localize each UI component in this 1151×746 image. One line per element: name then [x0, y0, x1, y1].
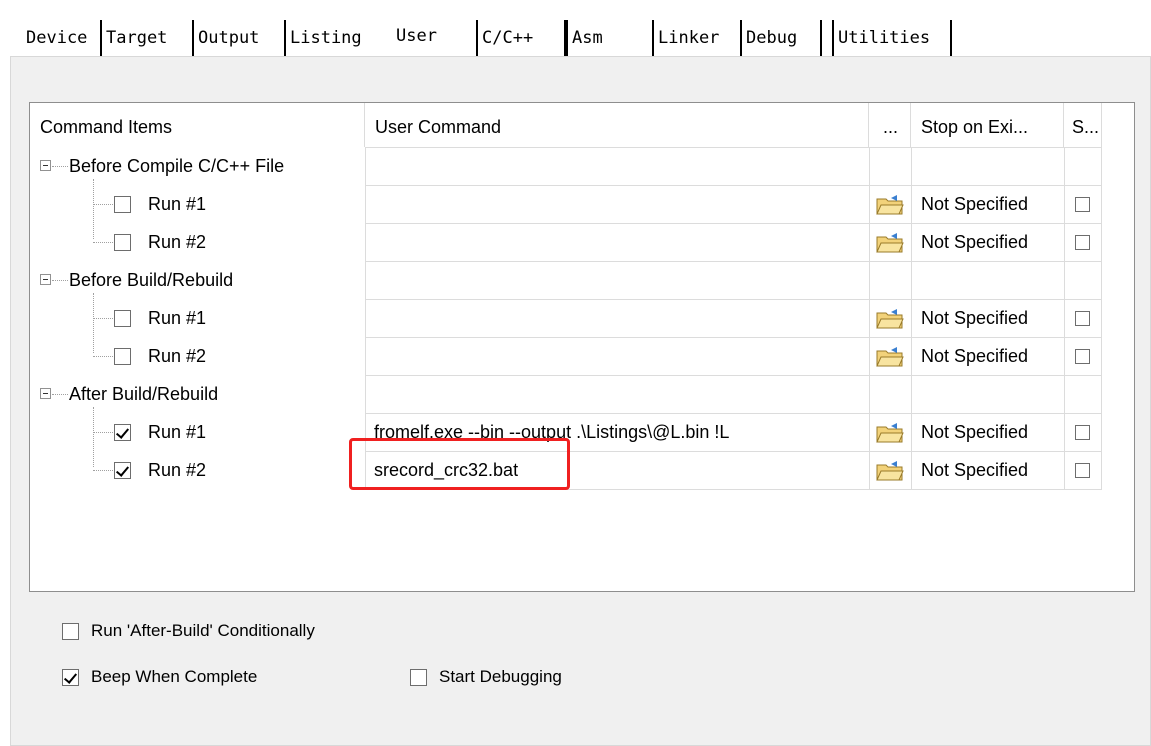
- tree-run-row[interactable]: Run #1 Not Specified: [30, 299, 1101, 337]
- tree-line: [93, 356, 113, 357]
- folder-open-icon[interactable]: [875, 346, 905, 368]
- tree-run-row[interactable]: Run #1 Not Specified: [30, 185, 1101, 223]
- tree-line: [93, 432, 113, 433]
- folder-open-icon[interactable]: [875, 194, 905, 216]
- run-checkbox[interactable]: [114, 196, 131, 213]
- run-after-build-checkbox[interactable]: [62, 623, 79, 641]
- group-label: Before Build/Rebuild: [69, 270, 234, 290]
- stop-value[interactable]: Not Specified: [921, 451, 1028, 489]
- tab-cpp[interactable]: C/C++: [476, 20, 566, 56]
- tree-line: [52, 280, 68, 281]
- run-after-build-option[interactable]: Run 'After-Build' Conditionally: [62, 621, 315, 641]
- start-debug-option[interactable]: Start Debugging: [410, 667, 562, 687]
- tab-listing[interactable]: Listing: [286, 20, 386, 56]
- tree-group[interactable]: Before Compile C/C++ File: [30, 147, 1101, 185]
- highlight-box: [349, 438, 570, 490]
- header-browse[interactable]: ...: [869, 103, 911, 147]
- folder-open-icon[interactable]: [875, 232, 905, 254]
- tab-user[interactable]: User: [392, 18, 476, 54]
- user-command-grid: Command Items User Command ... Stop on E…: [29, 102, 1135, 592]
- grid-header: Command Items User Command ... Stop on E…: [30, 103, 1134, 147]
- tree-group[interactable]: Before Build/Rebuild: [30, 261, 1101, 299]
- run-label: Run #2: [148, 232, 207, 252]
- tab-output[interactable]: Output: [194, 20, 286, 56]
- s-checkbox[interactable]: [1075, 349, 1090, 364]
- tree-run-row[interactable]: Run #2 Not Specified: [30, 223, 1101, 261]
- run-checkbox[interactable]: [114, 348, 131, 365]
- run-after-build-label: Run 'After-Build' Conditionally: [91, 621, 315, 640]
- col-sep: [1101, 147, 1102, 490]
- collapse-icon[interactable]: [40, 160, 51, 171]
- tree-line: [93, 318, 113, 319]
- stop-value[interactable]: Not Specified: [921, 223, 1028, 261]
- tab-device[interactable]: Device: [22, 20, 102, 56]
- folder-open-icon[interactable]: [875, 308, 905, 330]
- s-checkbox[interactable]: [1075, 235, 1090, 250]
- header-s[interactable]: S...: [1064, 103, 1102, 147]
- run-label: Run #1: [148, 422, 207, 442]
- header-user-command[interactable]: User Command: [365, 103, 869, 147]
- tree-run-row[interactable]: Run #2 Not Specified: [30, 337, 1101, 375]
- run-checkbox[interactable]: [114, 462, 131, 479]
- tree-line: [93, 242, 113, 243]
- s-checkbox[interactable]: [1075, 463, 1090, 478]
- s-checkbox[interactable]: [1075, 425, 1090, 440]
- tab-debug[interactable]: Debug: [742, 20, 822, 56]
- stop-value[interactable]: Not Specified: [921, 185, 1028, 223]
- group-label: Before Compile C/C++ File: [69, 156, 285, 176]
- tree-line: [52, 394, 68, 395]
- run-label: Run #1: [148, 308, 207, 328]
- group-label: After Build/Rebuild: [69, 384, 219, 404]
- stop-value[interactable]: Not Specified: [921, 337, 1028, 375]
- tree-group[interactable]: After Build/Rebuild: [30, 375, 1101, 413]
- run-checkbox[interactable]: [114, 234, 131, 251]
- beep-label: Beep When Complete: [91, 667, 258, 686]
- beep-option[interactable]: Beep When Complete: [62, 667, 257, 687]
- tree-line: [93, 470, 113, 471]
- run-label: Run #2: [148, 460, 207, 480]
- collapse-icon[interactable]: [40, 388, 51, 399]
- tree-line: [93, 204, 113, 205]
- tree-line: [52, 166, 68, 167]
- s-checkbox[interactable]: [1075, 197, 1090, 212]
- run-label: Run #2: [148, 346, 207, 366]
- stop-value[interactable]: Not Specified: [921, 413, 1028, 451]
- tab-utilities[interactable]: Utilities: [832, 20, 952, 56]
- collapse-icon[interactable]: [40, 274, 51, 285]
- run-checkbox[interactable]: [114, 310, 131, 327]
- start-debug-checkbox[interactable]: [410, 669, 427, 687]
- run-label: Run #1: [148, 194, 207, 214]
- tab-target[interactable]: Target: [102, 20, 194, 56]
- header-stop-on-exit[interactable]: Stop on Exi...: [911, 103, 1064, 147]
- tab-asm[interactable]: Asm: [566, 20, 654, 56]
- tab-linker[interactable]: Linker: [652, 20, 742, 56]
- start-debug-label: Start Debugging: [439, 667, 562, 686]
- folder-open-icon[interactable]: [875, 460, 905, 482]
- folder-open-icon[interactable]: [875, 422, 905, 444]
- beep-checkbox[interactable]: [62, 669, 79, 687]
- header-command-items[interactable]: Command Items: [30, 103, 365, 147]
- s-checkbox[interactable]: [1075, 311, 1090, 326]
- run-checkbox[interactable]: [114, 424, 131, 441]
- stop-value[interactable]: Not Specified: [921, 299, 1028, 337]
